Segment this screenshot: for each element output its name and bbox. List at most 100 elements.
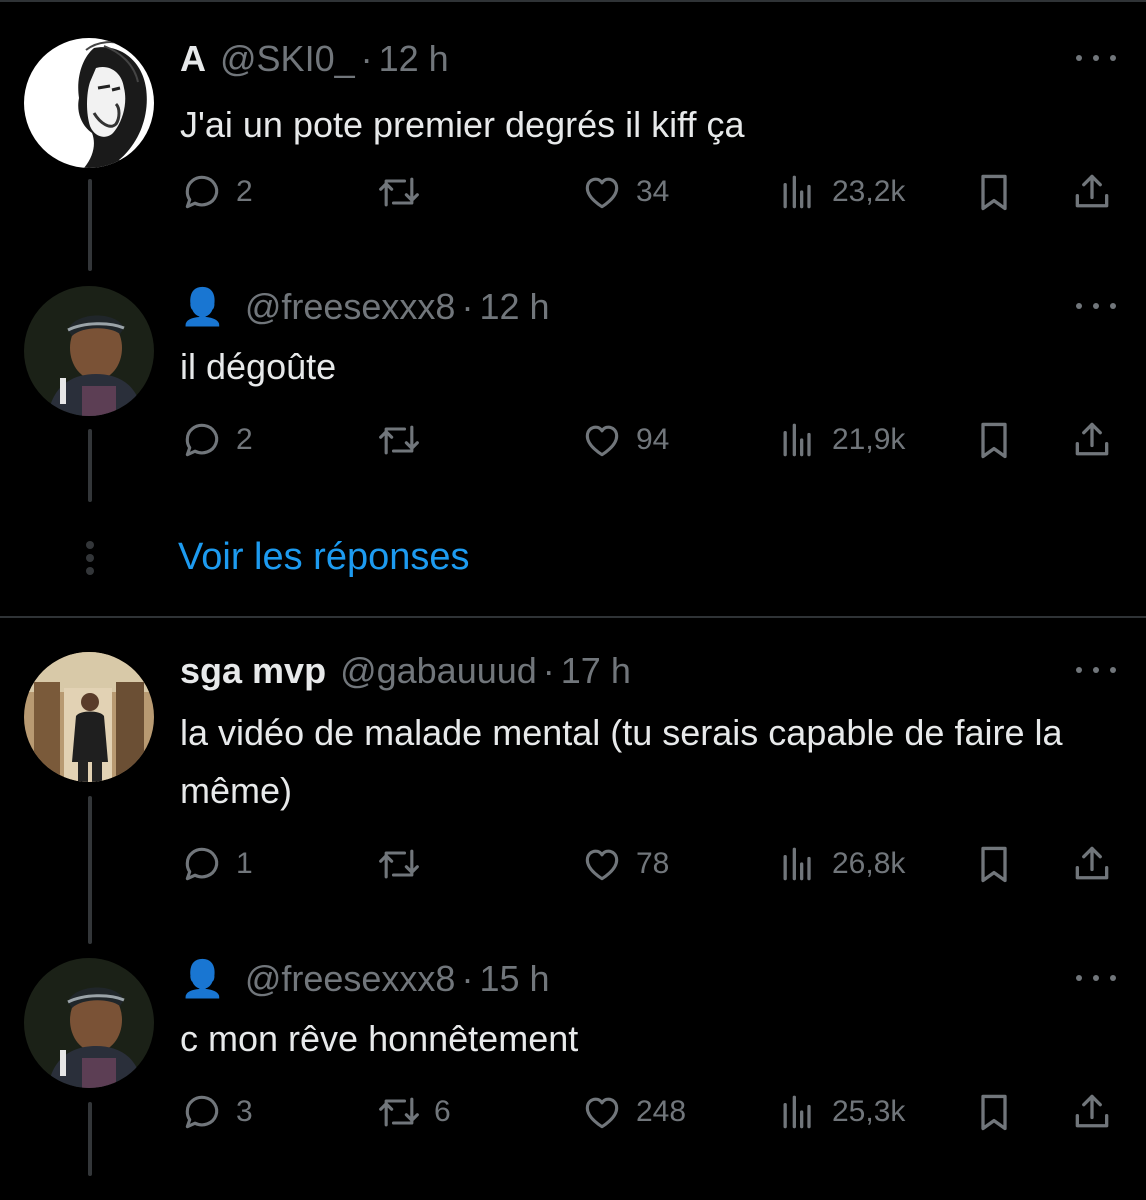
reply-count: 1	[236, 847, 253, 880]
reply-button[interactable]: 2	[180, 415, 253, 465]
tweet-header: 👤 @freesexxx8 · 15 h	[180, 954, 550, 1004]
bookmark-button[interactable]	[972, 839, 1016, 889]
reply-button[interactable]: 2	[180, 167, 253, 217]
reply-icon	[185, 847, 219, 881]
reply-icon	[185, 175, 219, 209]
timestamp[interactable]: 15 h	[479, 958, 549, 1000]
tweet-text: la vidéo de malade mental (tu serais cap…	[180, 712, 1063, 811]
bookmark-button[interactable]	[972, 415, 1016, 465]
retweet-icon	[379, 1097, 419, 1127]
share-button[interactable]	[1070, 415, 1114, 465]
display-name[interactable]: A	[180, 38, 206, 80]
thread-line	[88, 429, 92, 502]
display-name[interactable]: sga mvp	[180, 650, 326, 692]
heart-icon	[585, 1097, 619, 1129]
bookmark-button[interactable]	[972, 1087, 1016, 1137]
retweet-icon	[379, 849, 419, 879]
tweet-3[interactable]: sga mvp @gabauuud · 17 h la vidéo de mal…	[0, 646, 1146, 946]
separator-dot: ·	[461, 286, 474, 327]
bookmark-button[interactable]	[972, 167, 1016, 217]
share-button[interactable]	[1070, 839, 1114, 889]
person-icon[interactable]: 👤	[180, 958, 225, 1000]
views-icon	[783, 1095, 811, 1129]
like-count: 78	[636, 847, 670, 880]
avatar-photo[interactable]	[24, 286, 154, 416]
like-count: 248	[636, 1095, 687, 1128]
reply-icon	[185, 423, 219, 457]
heart-icon	[585, 849, 619, 881]
reply-button[interactable]: 1	[180, 839, 253, 889]
reply-count: 3	[236, 1095, 253, 1128]
views-icon	[783, 175, 811, 209]
person-icon[interactable]: 👤	[180, 286, 225, 328]
more-icon[interactable]	[1076, 968, 1116, 988]
bookmark-icon	[981, 422, 1007, 459]
separator-dot: ·	[360, 38, 373, 79]
tweet-header: A @SKI0_ · 12 h	[180, 34, 449, 84]
tweet-header: sga mvp @gabauuud · 17 h	[180, 646, 631, 696]
user-handle[interactable]: @freesexxx8	[245, 286, 456, 328]
retweet-button[interactable]	[376, 415, 434, 465]
heart-icon	[585, 425, 619, 457]
retweet-count: 6	[434, 1095, 451, 1128]
retweet-button[interactable]	[376, 839, 434, 889]
retweet-button[interactable]: 6	[376, 1087, 451, 1137]
tweet-actions: 1 78 26,8k	[180, 839, 1120, 889]
view-count: 25,3k	[832, 1095, 906, 1128]
share-button[interactable]	[1070, 1087, 1114, 1137]
views-icon	[783, 423, 811, 457]
reply-button[interactable]: 3	[180, 1087, 253, 1137]
bookmark-icon	[981, 1094, 1007, 1131]
view-count: 26,8k	[832, 847, 906, 880]
thread-line	[88, 179, 92, 271]
more-icon[interactable]	[1076, 48, 1116, 68]
bookmark-icon	[981, 174, 1007, 211]
like-button[interactable]: 248	[580, 1087, 686, 1137]
tweet-2[interactable]: 👤 @freesexxx8 · 12 h il dégoûte 2 94 21,…	[0, 282, 1146, 512]
avatar-sketch[interactable]	[24, 38, 154, 168]
like-button[interactable]: 94	[580, 415, 669, 465]
thread-line	[88, 796, 92, 944]
views-button[interactable]: 26,8k	[776, 839, 905, 889]
show-replies-link[interactable]: Voir les réponses	[178, 536, 470, 579]
like-count: 34	[636, 175, 670, 208]
more-icon[interactable]	[1076, 296, 1116, 316]
tweet-actions: 2 94 21,9k	[180, 415, 1120, 465]
user-handle[interactable]: @freesexxx8	[245, 958, 456, 1000]
tweet-header: 👤 @freesexxx8 · 12 h	[180, 282, 550, 332]
reply-count: 2	[236, 423, 253, 456]
share-icon	[1075, 174, 1109, 208]
reply-count: 2	[236, 175, 253, 208]
thread-divider	[0, 616, 1146, 618]
views-button[interactable]: 23,2k	[776, 167, 905, 217]
separator-dot: ·	[461, 958, 474, 999]
like-button[interactable]: 78	[580, 839, 669, 889]
tweet-actions: 3 6 248 25,3k	[180, 1087, 1120, 1137]
tweet-1[interactable]: A @SKI0_ · 12 h J'ai un pote premier deg…	[0, 34, 1146, 274]
tweet-4[interactable]: 👤 @freesexxx8 · 15 h c mon rêve honnêtem…	[0, 954, 1146, 1200]
share-icon	[1075, 422, 1109, 456]
like-count: 94	[636, 423, 670, 456]
heart-icon	[585, 177, 619, 209]
views-icon	[783, 847, 811, 881]
tweet-text: il dégoûte	[180, 346, 337, 387]
timestamp[interactable]: 12 h	[379, 38, 449, 80]
thread-line	[88, 1102, 92, 1176]
user-handle[interactable]: @SKI0_	[220, 38, 355, 80]
avatar-photo[interactable]	[24, 958, 154, 1088]
view-count: 21,9k	[832, 423, 906, 456]
tweet-text: J'ai un pote premier degrés il kiff ça	[180, 104, 745, 145]
more-icon[interactable]	[1076, 660, 1116, 680]
user-handle[interactable]: @gabauuud	[340, 650, 537, 692]
views-button[interactable]: 25,3k	[776, 1087, 905, 1137]
retweet-icon	[379, 425, 419, 455]
views-button[interactable]: 21,9k	[776, 415, 905, 465]
share-button[interactable]	[1070, 167, 1114, 217]
avatar-photo[interactable]	[24, 652, 154, 782]
retweet-button[interactable]	[376, 167, 434, 217]
bookmark-icon	[981, 846, 1007, 883]
timestamp[interactable]: 12 h	[479, 286, 549, 328]
timestamp[interactable]: 17 h	[561, 650, 631, 692]
like-button[interactable]: 34	[580, 167, 669, 217]
thread-dots	[84, 541, 96, 575]
